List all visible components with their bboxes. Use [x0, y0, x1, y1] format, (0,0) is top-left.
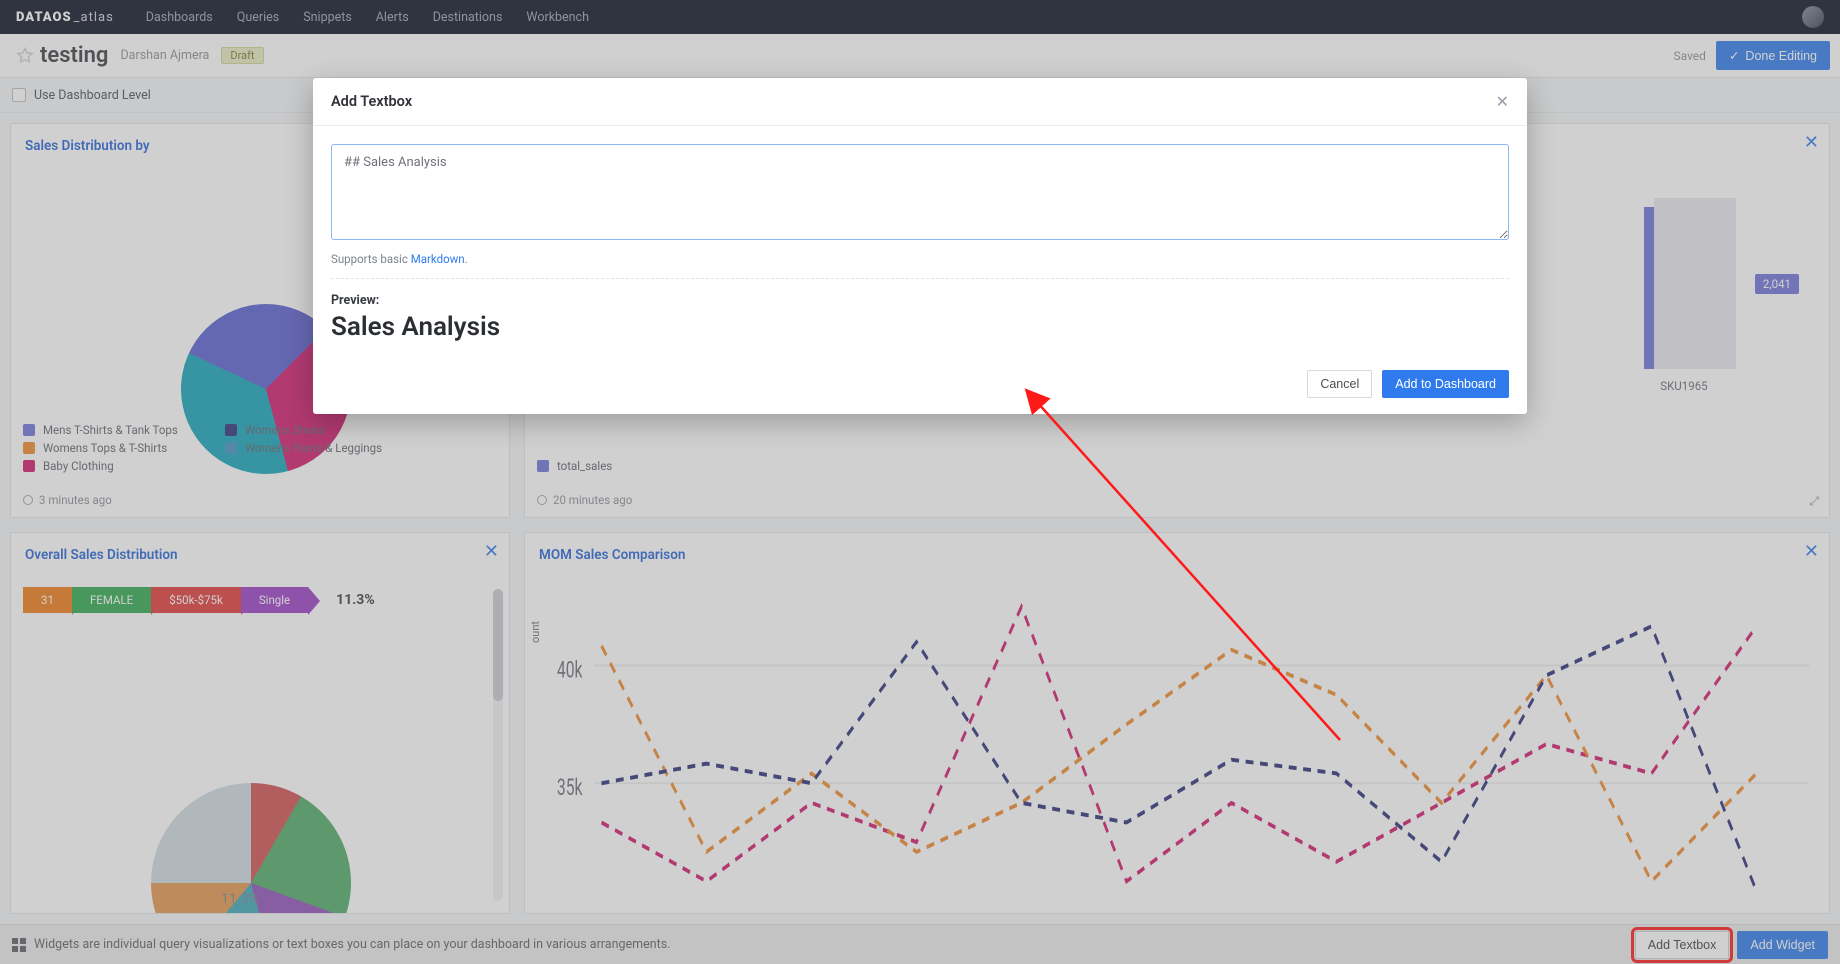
cancel-button[interactable]: Cancel — [1307, 370, 1372, 398]
textbox-input[interactable] — [331, 144, 1509, 240]
modal-title: Add Textbox — [331, 93, 412, 110]
helper-prefix: Supports basic — [331, 252, 411, 266]
markdown-link[interactable]: Markdown — [411, 252, 465, 266]
markdown-helper: Supports basic Markdown. — [331, 252, 1509, 266]
helper-suffix: . — [465, 252, 468, 266]
add-textbox-modal: Add Textbox ✕ Supports basic Markdown. P… — [313, 78, 1527, 414]
add-to-dashboard-button[interactable]: Add to Dashboard — [1382, 370, 1509, 398]
preview-heading: Sales Analysis — [331, 312, 1509, 342]
close-icon[interactable]: ✕ — [1496, 92, 1509, 111]
preview-label: Preview: — [331, 293, 1509, 308]
